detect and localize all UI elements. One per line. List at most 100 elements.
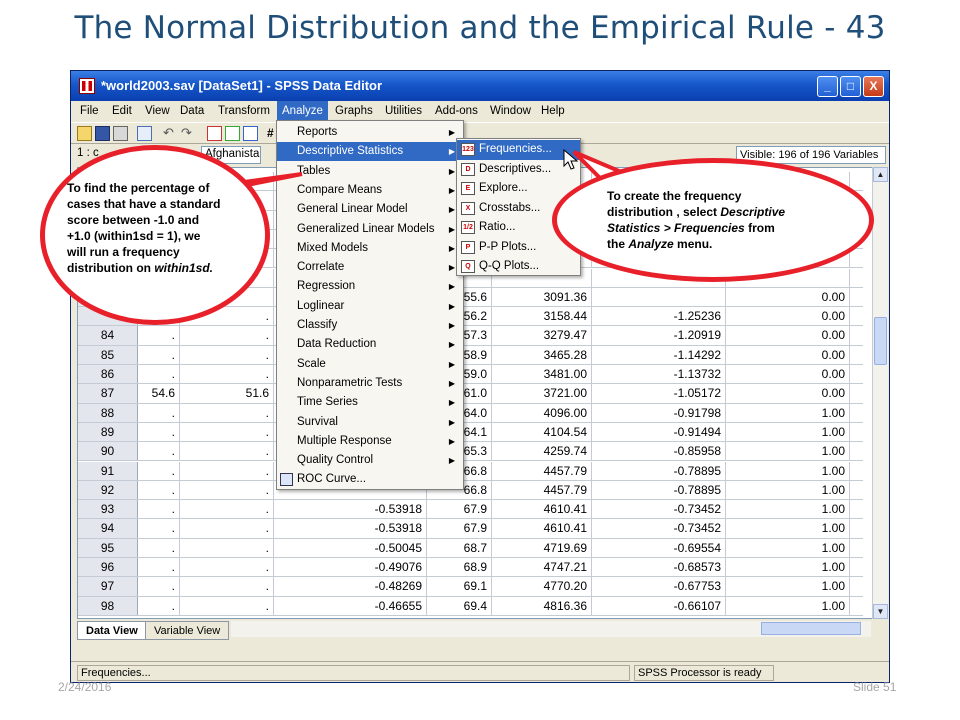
goto-case-icon[interactable] [207,126,222,141]
data-cell[interactable]: -1.25236 [592,307,726,326]
row-number-cell[interactable]: 95 [78,538,138,557]
open-folder-icon[interactable] [77,126,92,141]
data-cell[interactable]: 67.9 [427,500,492,519]
table-row[interactable]: 85.. 58.9 3465.28 -1.14292 0.00 [78,345,863,365]
data-cell[interactable]: 1.00 [726,596,850,615]
data-cell[interactable]: . [180,422,274,442]
data-cell[interactable]: 3721.00 [492,384,592,403]
data-cell[interactable]: -1.14292 [592,345,726,364]
row-number-cell[interactable]: 96 [78,558,138,577]
data-cell[interactable]: 1.00 [726,538,850,557]
descriptive-submenu-item[interactable]: 123 Frequencies... [457,140,580,160]
data-cell[interactable]: 51.6 [180,384,274,403]
data-cell[interactable]: 0.00 [726,384,850,403]
menu-transform[interactable]: Transform [213,101,275,121]
data-cell[interactable]: . [180,461,274,480]
data-cell[interactable]: 4719.69 [492,538,592,557]
descriptive-submenu-item[interactable]: E Explore... [457,179,580,199]
data-cell[interactable]: . [180,500,274,519]
vertical-scroll-thumb[interactable] [874,317,887,365]
data-cell[interactable]: -0.85958 [592,442,726,461]
descriptive-submenu-item[interactable]: Q Q-Q Plots... [457,257,580,277]
data-cell[interactable]: 4610.41 [492,519,592,538]
table-row[interactable]: 97.. -0.48269 69.1 4770.20 -0.67753 1.00 [78,577,863,597]
scroll-down-arrow-icon[interactable]: ▼ [873,604,888,619]
data-cell[interactable]: 4610.41 [492,500,592,519]
data-cell[interactable]: . [180,326,274,345]
redo-icon[interactable]: ↷ [181,126,196,141]
analyze-menu-item[interactable]: Generalized Linear Models ▶ [277,220,463,239]
data-cell[interactable]: -1.13732 [592,365,726,384]
data-cell[interactable]: . [138,596,180,615]
data-cell[interactable]: . [180,480,274,500]
data-cell[interactable]: 1.00 [726,422,850,442]
window-titlebar[interactable]: *world2003.sav [DataSet1] - SPSS Data Ed… [71,71,889,101]
data-cell[interactable]: . [138,500,180,519]
table-row[interactable]: 89.. 64.1 4104.54 -0.91494 1.00 [78,422,863,443]
data-cell[interactable]: -0.48269 [274,577,427,596]
data-cell[interactable]: 3481.00 [492,365,592,384]
data-cell[interactable]: 0.00 [726,287,850,307]
maximize-button[interactable]: □ [840,76,861,97]
analyze-menu-item[interactable]: Quality Control ▶ [277,451,463,470]
data-cell[interactable]: . [180,596,274,615]
menu-view[interactable]: View [140,101,175,121]
analyze-menu-item[interactable]: Mixed Models ▶ [277,239,463,258]
table-row[interactable]: 92.. 66.8 4457.79 -0.78895 1.00 [78,480,863,501]
row-number-cell[interactable]: 86 [78,365,138,384]
data-cell[interactable]: -1.20919 [592,326,726,345]
data-cell[interactable]: 3279.47 [492,326,592,345]
row-number-cell[interactable]: 87 [78,384,138,403]
descriptive-submenu-item[interactable]: D Descriptives... [457,160,580,180]
data-cell[interactable]: 68.9 [427,558,492,577]
analyze-menu-item[interactable]: Data Reduction ▶ [277,335,463,354]
data-cell[interactable]: -1.05172 [592,384,726,403]
data-cell[interactable]: 1.00 [726,442,850,461]
data-cell[interactable]: -0.69554 [592,538,726,557]
data-cell[interactable]: . [138,519,180,538]
data-cell[interactable]: . [138,558,180,577]
data-cell[interactable]: 1.00 [726,558,850,577]
data-cell[interactable]: 67.9 [427,519,492,538]
data-cell[interactable]: 1.00 [726,461,850,480]
horizontal-scroll-thumb[interactable] [761,622,861,635]
analyze-menu-item[interactable]: Time Series ▶ [277,393,463,412]
goto-variable-icon[interactable] [225,126,240,141]
data-cell[interactable]: -0.46655 [274,596,427,615]
table-row[interactable]: 91.. 66.8 4457.79 -0.78895 1.00 [78,461,863,481]
data-cell[interactable]: -0.53918 [274,500,427,519]
menu-file[interactable]: File [75,101,104,121]
data-cell[interactable]: . [180,558,274,577]
data-cell[interactable]: -0.67753 [592,577,726,596]
data-cell[interactable]: 4457.79 [492,480,592,500]
data-cell[interactable]: 1.00 [726,500,850,519]
data-cell[interactable]: -0.73452 [592,519,726,538]
menu-help[interactable]: Help [536,101,570,121]
analyze-menu-item[interactable]: Nonparametric Tests ▶ [277,374,463,393]
data-cell[interactable]: 1.00 [726,403,850,422]
data-cell[interactable]: 69.1 [427,577,492,596]
data-cell[interactable]: 4770.20 [492,577,592,596]
data-cell[interactable]: . [180,519,274,538]
analyze-menu-item[interactable]: Correlate ▶ [277,258,463,277]
analyze-menu-item[interactable]: General Linear Model ▶ [277,200,463,219]
data-cell[interactable]: 4457.79 [492,461,592,480]
data-cell[interactable]: 1.00 [726,480,850,500]
data-cell[interactable]: . [180,538,274,557]
table-row[interactable]: 86.. 59.0 3481.00 -1.13732 0.00 [78,365,863,385]
analyze-menu-item[interactable]: Scale ▶ [277,355,463,374]
row-number-cell[interactable]: 89 [78,422,138,442]
row-number-cell[interactable]: 97 [78,577,138,596]
analyze-menu-item[interactable]: Survival ▶ [277,413,463,432]
menu-utilities[interactable]: Utilities [380,101,427,121]
table-row[interactable]: 94.. -0.53918 67.9 4610.41 -0.73452 1.00 [78,519,863,539]
data-cell[interactable]: -0.49076 [274,558,427,577]
row-number-cell[interactable]: 98 [78,596,138,615]
table-row[interactable]: 88.. 64.0 4096.00 -0.91798 1.00 [78,403,863,423]
analyze-menu-item[interactable]: Classify ▶ [277,316,463,335]
data-cell[interactable]: 4096.00 [492,403,592,422]
row-number-cell[interactable]: 84 [78,326,138,345]
data-cell[interactable]: -0.66107 [592,596,726,615]
menu-analyze[interactable]: Analyze [277,101,328,121]
analyze-menu-item[interactable]: Regression ▶ [277,277,463,296]
